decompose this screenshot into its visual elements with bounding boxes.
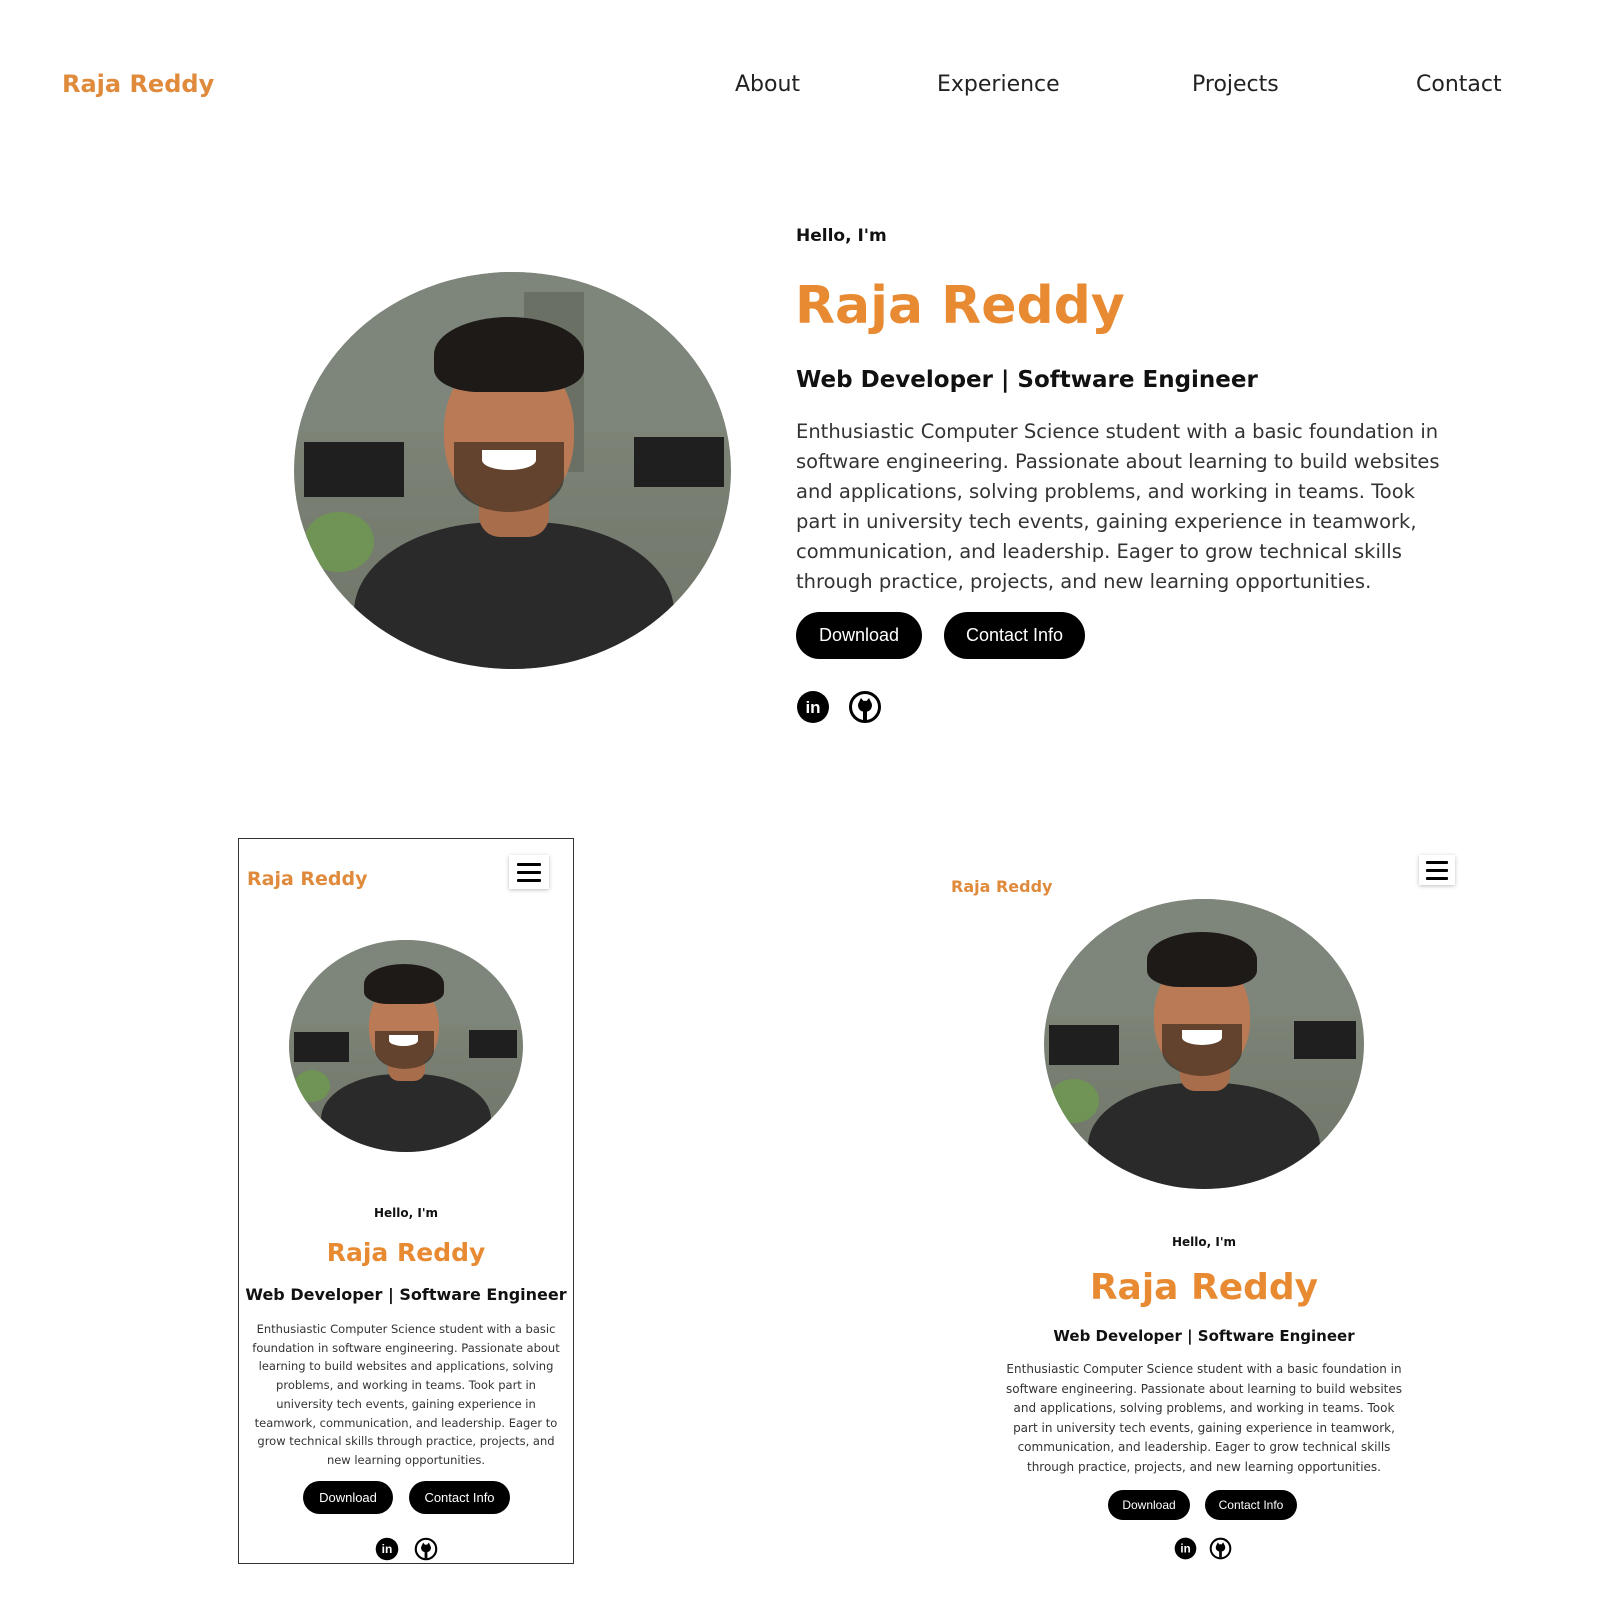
bio-line: part in university tech events, gaining …	[796, 510, 1417, 533]
bio-line: through practice, projects, and new lear…	[796, 570, 1372, 593]
hamburger-menu-icon[interactable]	[509, 855, 549, 889]
mobile-hero-bio: Enthusiastic Computer Science student wi…	[238, 1320, 574, 1470]
tablet-hero-name: Raja Reddy	[1089, 1267, 1319, 1308]
bio-line: through practice, projects, and new lear…	[1026, 1459, 1381, 1474]
nav-contact[interactable]: Contact	[1416, 72, 1502, 97]
mobile-hero-name: Raja Reddy	[326, 1238, 486, 1267]
svg-text:in: in	[805, 698, 820, 717]
download-button[interactable]: Download	[796, 612, 922, 659]
github-icon[interactable]	[414, 1537, 438, 1561]
tablet-hero-bio: Enthusiastic Computer Science student wi…	[984, 1360, 1424, 1477]
bio-line: communication, and leadership. Eager to …	[796, 540, 1402, 563]
bio-line: foundation in software engineering. Pass…	[252, 1340, 560, 1355]
svg-text:in: in	[1180, 1544, 1190, 1556]
bio-line: university tech events, gaining experien…	[276, 1396, 536, 1411]
bio-line: software engineering. Passionate about l…	[796, 450, 1440, 473]
github-icon[interactable]	[1209, 1537, 1232, 1560]
svg-text:in: in	[382, 1542, 393, 1556]
nav-projects[interactable]: Projects	[1192, 72, 1279, 97]
mobile-contact-info-button[interactable]: Contact Info	[409, 1481, 510, 1514]
github-icon[interactable]	[848, 690, 882, 724]
brand-logo[interactable]: Raja Reddy	[62, 70, 214, 98]
hamburger-menu-icon[interactable]	[1419, 855, 1455, 885]
bio-line: new learning opportunities.	[326, 1452, 486, 1467]
bio-line: Enthusiastic Computer Science student wi…	[1006, 1362, 1402, 1376]
tablet-hero-role: Web Developer | Software Engineer	[1053, 1327, 1355, 1345]
hero-name: Raja Reddy	[795, 276, 1125, 336]
bio-line: software engineering. Passionate about l…	[1006, 1381, 1402, 1396]
contact-info-button[interactable]: Contact Info	[944, 612, 1085, 659]
mobile-download-button[interactable]: Download	[303, 1481, 393, 1514]
nav-about[interactable]: About	[735, 72, 800, 97]
tablet-contact-info-button[interactable]: Contact Info	[1205, 1490, 1297, 1520]
nav-experience[interactable]: Experience	[937, 72, 1060, 97]
hero-role: Web Developer | Software Engineer	[796, 367, 1258, 393]
mobile-brand-logo[interactable]: Raja Reddy	[247, 868, 368, 890]
mobile-profile-photo	[289, 940, 523, 1152]
linkedin-icon[interactable]: in	[1174, 1537, 1197, 1560]
bio-line: and applications, solving problems, and …	[1013, 1401, 1395, 1415]
bio-line: Enthusiastic Computer Science student wi…	[796, 420, 1439, 443]
bio-line: communication, and leadership. Eager to …	[1017, 1440, 1391, 1454]
bio-line: learning to build websites and applicati…	[258, 1359, 554, 1374]
tablet-download-button[interactable]: Download	[1108, 1490, 1190, 1520]
bio-line: teamwork, communication, and leadership.…	[254, 1415, 558, 1430]
bio-line: part in university tech events, gaining …	[1013, 1420, 1395, 1435]
greeting-text: Hello, I'm	[796, 226, 887, 246]
linkedin-icon[interactable]: in	[796, 690, 830, 724]
tablet-greeting-text: Hello, I'm	[1171, 1235, 1237, 1249]
bio-line: grow technical skills through practice, …	[257, 1434, 555, 1449]
mobile-hero-role: Web Developer | Software Engineer	[245, 1285, 567, 1304]
tablet-profile-photo	[1044, 899, 1364, 1189]
tablet-brand-logo[interactable]: Raja Reddy	[951, 877, 1052, 896]
linkedin-icon[interactable]: in	[375, 1537, 399, 1561]
hero-bio: Enthusiastic Computer Science student wi…	[796, 417, 1476, 597]
bio-line: problems, and working in teams. Took par…	[276, 1378, 536, 1393]
mobile-greeting-text: Hello, I'm	[373, 1206, 439, 1220]
bio-line: and applications, solving problems, and …	[796, 480, 1415, 503]
profile-photo	[294, 272, 731, 669]
bio-line: Enthusiastic Computer Science student wi…	[256, 1322, 556, 1336]
